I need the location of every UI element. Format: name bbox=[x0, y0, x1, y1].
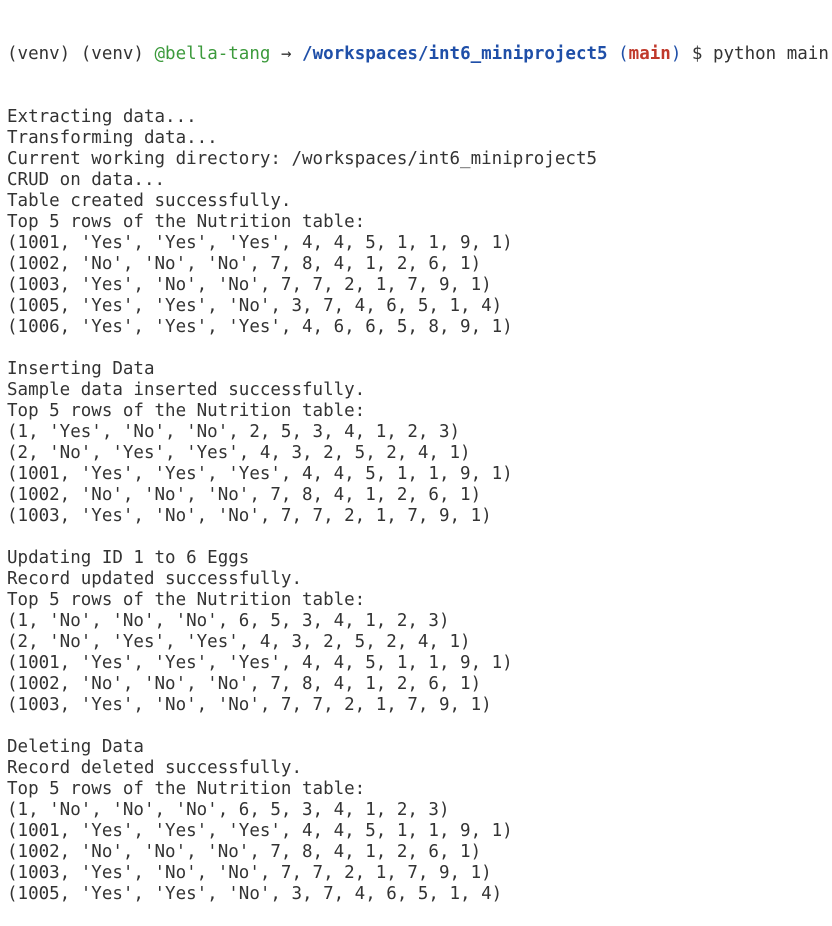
output-line: Inserting Data bbox=[7, 359, 155, 379]
prompt-user: @bella-tang bbox=[154, 44, 271, 64]
output-line: (1005, 'Yes', 'Yes', 'No', 3, 7, 4, 6, 5… bbox=[7, 884, 503, 904]
output-line: (1003, 'Yes', 'No', 'No', 7, 7, 2, 1, 7,… bbox=[7, 863, 492, 883]
output-line: (1, 'No', 'No', 'No', 6, 5, 3, 4, 1, 2, … bbox=[7, 611, 450, 631]
output-line: Top 5 rows of the Nutrition table: bbox=[7, 779, 366, 799]
output-line: (1002, 'No', 'No', 'No', 7, 8, 4, 1, 2, … bbox=[7, 485, 482, 505]
output-line: Extracting data... bbox=[7, 107, 197, 127]
command-prompt-line: (venv) (venv) @bella-tang → /workspaces/… bbox=[7, 44, 832, 65]
output-line: (1005, 'Yes', 'Yes', 'No', 3, 7, 4, 6, 5… bbox=[7, 296, 503, 316]
output-line: (2, 'No', 'Yes', 'Yes', 4, 3, 2, 5, 2, 4… bbox=[7, 443, 471, 463]
output-line: Transforming data... bbox=[7, 128, 218, 148]
output-line: Table created successfully. bbox=[7, 191, 292, 211]
output-line: Record deleted successfully. bbox=[7, 758, 303, 778]
output-line: (1002, 'No', 'No', 'No', 7, 8, 4, 1, 2, … bbox=[7, 674, 482, 694]
output-line: (1001, 'Yes', 'Yes', 'Yes', 4, 4, 5, 1, … bbox=[7, 464, 513, 484]
output-line: (1006, 'Yes', 'Yes', 'Yes', 4, 6, 6, 5, … bbox=[7, 317, 513, 337]
output-line: (1002, 'No', 'No', 'No', 7, 8, 4, 1, 2, … bbox=[7, 254, 482, 274]
output-line: (1003, 'Yes', 'No', 'No', 7, 7, 2, 1, 7,… bbox=[7, 275, 492, 295]
output-line: (1003, 'Yes', 'No', 'No', 7, 7, 2, 1, 7,… bbox=[7, 695, 492, 715]
terminal-output[interactable]: (venv) (venv) @bella-tang → /workspaces/… bbox=[7, 2, 832, 926]
output-block: Extracting data... Transforming data... Cu… bbox=[7, 107, 832, 905]
output-line: (1001, 'Yes', 'Yes', 'Yes', 4, 4, 5, 1, … bbox=[7, 233, 513, 253]
output-line: Sample data inserted successfully. bbox=[7, 380, 366, 400]
venv-label: (venv) (venv) bbox=[7, 44, 155, 64]
command-text: $ python main.py bbox=[691, 44, 832, 64]
output-line: (1, 'Yes', 'No', 'No', 2, 5, 3, 4, 1, 2,… bbox=[7, 422, 461, 442]
output-line: Record updated successfully. bbox=[7, 569, 303, 589]
branch-close-paren: ) bbox=[670, 44, 682, 64]
output-line: (1001, 'Yes', 'Yes', 'Yes', 4, 4, 5, 1, … bbox=[7, 653, 513, 673]
output-line: (1002, 'No', 'No', 'No', 7, 8, 4, 1, 2, … bbox=[7, 842, 482, 862]
output-line: Top 5 rows of the Nutrition table: bbox=[7, 401, 366, 421]
output-line: (2, 'No', 'Yes', 'Yes', 4, 3, 2, 5, 2, 4… bbox=[7, 632, 471, 652]
branch-open-paren: ( bbox=[607, 44, 629, 64]
output-line: Updating ID 1 to 6 Eggs bbox=[7, 548, 250, 568]
prompt-path: /workspaces/int6_miniproject5 bbox=[302, 44, 608, 64]
output-line: Current working directory: /workspaces/i… bbox=[7, 149, 598, 169]
output-line: (1, 'No', 'No', 'No', 6, 5, 3, 4, 1, 2, … bbox=[7, 800, 450, 820]
output-line: CRUD on data... bbox=[7, 170, 166, 190]
git-branch-name: main bbox=[628, 44, 671, 64]
output-line: Top 5 rows of the Nutrition table: bbox=[7, 212, 366, 232]
output-line: Top 5 rows of the Nutrition table: bbox=[7, 590, 366, 610]
output-line: (1003, 'Yes', 'No', 'No', 7, 7, 2, 1, 7,… bbox=[7, 506, 492, 526]
output-line: Deleting Data bbox=[7, 737, 144, 757]
arrow-icon: → bbox=[270, 44, 303, 64]
